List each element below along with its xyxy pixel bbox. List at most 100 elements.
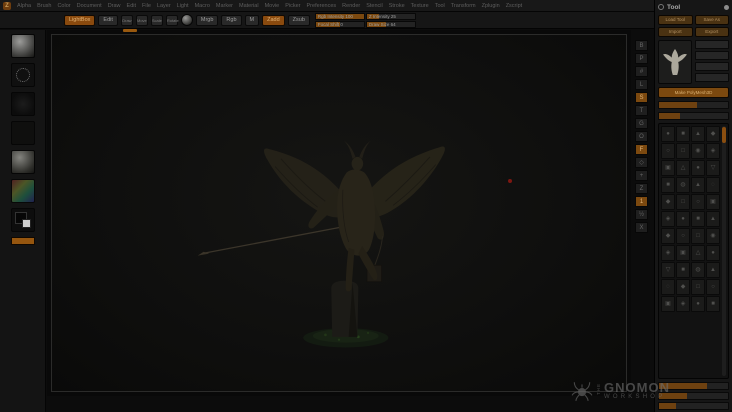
tool-inventory-item[interactable]: ○ [706,279,720,295]
ghost-icon[interactable]: G [635,118,648,129]
tool-panel-button[interactable]: Import [658,27,693,37]
tool-inventory-item[interactable]: ◆ [661,228,675,244]
tool-inventory-item[interactable]: ■ [676,262,690,278]
local-symmetry-icon[interactable]: S [635,92,648,103]
polyframe-icon[interactable]: ◇ [635,157,648,168]
tool-inventory-item[interactable]: △ [676,160,690,176]
transparency-icon[interactable]: T [635,105,648,116]
m-toggle[interactable]: M [244,14,260,26]
tool-inventory-item[interactable]: ▣ [676,245,690,261]
floor-grid-icon[interactable]: # [635,66,648,77]
scale-mode-button[interactable]: Scale [150,14,163,26]
scroll-canvas-icon[interactable]: + [635,170,648,181]
tool-inventory-item[interactable]: ◌ [661,279,675,295]
menu-item[interactable]: Document [74,3,105,9]
frame-icon[interactable]: F [635,144,648,155]
menu-item[interactable]: Texture [408,3,432,9]
tool-inventory-item[interactable]: ○ [661,143,675,159]
solo-icon[interactable]: O [635,131,648,142]
menu-item[interactable]: Transform [448,3,479,9]
tool-inventory-item[interactable]: □ [676,143,690,159]
tool-inventory-item[interactable]: △ [691,245,705,261]
tool-option-button[interactable] [695,51,729,60]
color-swatches[interactable] [10,208,35,232]
switch-color-button[interactable] [10,237,35,245]
secondary-color-swatch[interactable] [21,219,31,228]
tool-option-button[interactable] [695,73,729,82]
menu-item[interactable]: Picker [282,3,303,9]
menu-item[interactable]: Movie [262,3,283,9]
tool-inventory-item[interactable]: ◉ [706,228,720,244]
menu-item[interactable]: Marker [213,3,236,9]
make-polymesh3d-button[interactable]: Make PolyMesh3D [658,87,729,98]
texture-thumbnail[interactable] [10,121,35,145]
menu-item[interactable]: Draw [105,3,124,9]
menu-item[interactable]: Macro [192,3,213,9]
tool-inventory-item[interactable]: ● [676,211,690,227]
tool-inventory-item[interactable]: ◈ [676,296,690,312]
zsub-toggle[interactable]: Zsub [287,14,310,26]
tool-inventory-item[interactable]: □ [676,194,690,210]
menu-item[interactable]: Render [339,3,363,9]
draw-size-slider[interactable]: Draw Size 64 [365,20,416,28]
menu-item[interactable]: Zscript [503,3,526,9]
tool-inventory-item[interactable]: ▣ [706,194,720,210]
tool-inventory-item[interactable]: ■ [676,126,690,142]
bpr-render-icon[interactable]: B [635,40,648,51]
palette-menu-icon[interactable] [658,4,664,10]
material-thumbnail[interactable] [10,150,35,174]
tool-inventory-item[interactable]: ◈ [706,143,720,159]
tool-panel-button[interactable]: Export [694,27,729,37]
rotate-mode-button[interactable]: Rotate [165,14,179,26]
menu-item[interactable]: Layer [154,3,174,9]
tool-slider[interactable] [658,112,729,120]
tool-inventory-item[interactable]: ▲ [706,262,720,278]
tool-inventory-item[interactable]: □ [691,228,705,244]
zoom-canvas-icon[interactable]: Z [635,183,648,194]
tool-panel-button[interactable]: Save As [694,15,729,25]
tool-option-button[interactable] [695,40,729,49]
tool-option-button[interactable] [695,62,729,71]
tool-inventory-item[interactable]: ● [691,160,705,176]
scrollbar-thumb[interactable] [722,127,726,143]
shelf-divider-handle[interactable] [123,29,137,32]
xyz-icon[interactable]: X [635,222,648,233]
aa-half-icon[interactable]: ½ [635,209,648,220]
tool-inventory-item[interactable]: ◈ [661,245,675,261]
tool-inventory-item[interactable]: ◆ [706,126,720,142]
tool-panel-button[interactable]: Load Tool [658,15,693,25]
rgb-intensity-slider[interactable]: Rgb Intensity 100 [314,12,365,20]
tool-inventory-item[interactable]: ▣ [661,296,675,312]
tool-inventory-item[interactable]: ■ [661,177,675,193]
tool-inventory-item[interactable]: ○ [691,194,705,210]
rgb-toggle[interactable]: Rgb [221,14,242,26]
menu-item[interactable]: Zplugin [479,3,503,9]
local-transform-icon[interactable]: L [635,79,648,90]
zadd-toggle[interactable]: Zadd [262,14,285,26]
tool-inventory-item[interactable]: ◆ [676,279,690,295]
menu-item[interactable]: Material [236,3,262,9]
menu-item[interactable]: Stencil [363,3,386,9]
current-tool-thumbnail[interactable] [658,40,692,84]
tool-inventory-item[interactable]: ◌ [706,177,720,193]
menu-item[interactable]: Stroke [386,3,408,9]
focal-shift-slider[interactable]: Focal Shift 0 [314,20,365,28]
tool-inventory-item[interactable]: □ [691,279,705,295]
move-mode-button[interactable]: Move [135,14,148,26]
tool-inventory-item[interactable]: ▣ [661,160,675,176]
stroke-thumbnail[interactable] [10,63,35,87]
tool-inventory-item[interactable]: ◉ [691,143,705,159]
tool-inventory-item[interactable]: ◆ [661,194,675,210]
menu-item[interactable]: Alpha [14,3,34,9]
color-picker[interactable] [10,179,35,203]
menu-item[interactable]: Brush [34,3,54,9]
menu-item[interactable]: Edit [124,3,139,9]
tool-inventory-item[interactable]: ▽ [661,262,675,278]
viewport-canvas[interactable] [51,34,627,392]
tool-inventory-item[interactable]: ◍ [676,177,690,193]
edit-button[interactable]: Edit [98,14,118,26]
alpha-thumbnail[interactable] [10,92,35,116]
menu-item[interactable]: File [139,3,154,9]
tool-inventory-item[interactable]: ■ [691,211,705,227]
tool-inventory-item[interactable]: ▲ [706,211,720,227]
